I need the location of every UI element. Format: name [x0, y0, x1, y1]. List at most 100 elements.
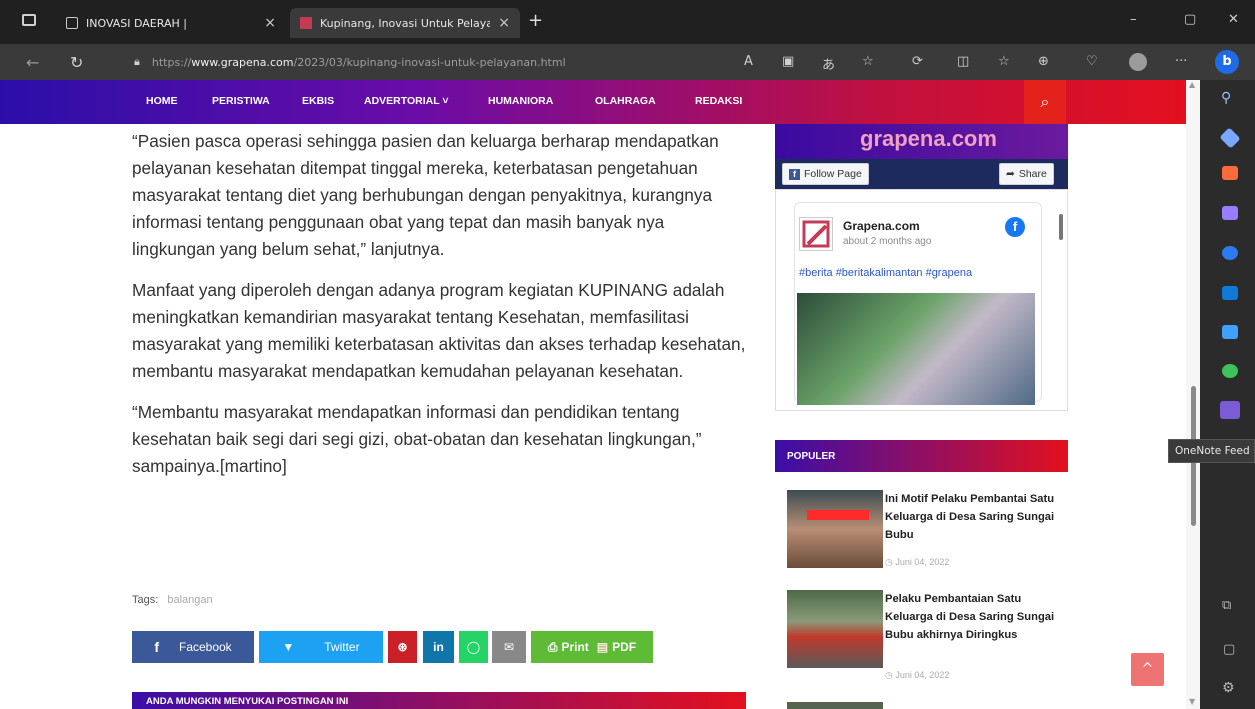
- facebook-widget-bar: f Follow Page ➦ Share: [775, 159, 1068, 189]
- article-paragraph: “Pasien pasca operasi sehingga pasien da…: [132, 131, 719, 259]
- read-aloud-icon[interactable]: A: [744, 54, 753, 69]
- nav-humaniora[interactable]: HUMANIORA: [488, 95, 553, 107]
- nav-peristiwa[interactable]: PERISTIWA: [212, 95, 270, 107]
- share-whatsapp-button[interactable]: ◯: [459, 631, 488, 663]
- collections-icon[interactable]: ⊕: [1038, 54, 1049, 69]
- share-facebook-button[interactable]: f Facebook: [132, 631, 254, 663]
- tab-kupinang[interactable]: Kupinang, Inovasi Untuk Pelayan ×: [290, 8, 520, 38]
- split-screen-icon[interactable]: ◫: [957, 54, 969, 69]
- email-icon: ✉: [503, 640, 515, 654]
- share-twitter-label: Twitter: [324, 640, 360, 654]
- url-scheme: https://: [151, 55, 192, 69]
- post-hashtags[interactable]: #berita #beritakalimantan #grapena: [799, 267, 972, 279]
- facebook-post[interactable]: Grapena.com about 2 months ago f #berita…: [794, 202, 1042, 405]
- grapena-logo: grapena.com: [860, 126, 997, 151]
- share-page-button[interactable]: ➦ Share: [999, 163, 1054, 185]
- feed-scrollbar[interactable]: [1059, 214, 1063, 240]
- maximize-button[interactable]: ▢: [1184, 12, 1196, 27]
- profile-icon[interactable]: [1129, 53, 1147, 71]
- back-to-top-button[interactable]: ^: [1131, 653, 1164, 686]
- nav-olahraga[interactable]: OLAHRAGA: [595, 95, 656, 107]
- nav-home[interactable]: HOME: [146, 95, 178, 107]
- microsoft-365-icon[interactable]: [1222, 246, 1238, 260]
- games-icon[interactable]: [1222, 206, 1238, 220]
- url-host: www.grapena.com: [191, 55, 294, 69]
- popular-post-title[interactable]: Pelaku Pembantaian Satu Keluarga di Desa…: [885, 590, 1065, 644]
- facebook-icon: f: [1005, 217, 1025, 237]
- share-twitter-button[interactable]: ▼ Twitter: [259, 631, 383, 663]
- onenote-tooltip: OneNote Feed: [1168, 439, 1255, 463]
- facebook-icon: f: [154, 639, 159, 655]
- settings-gear-icon[interactable]: ⚙: [1222, 680, 1235, 696]
- scroll-up-icon[interactable]: ▲: [1189, 80, 1195, 89]
- toolbox-icon[interactable]: [1222, 166, 1238, 180]
- address-bar: ← ↻ 🔒︎ https:// www.grapena.com /2023/03…: [0, 44, 1255, 80]
- share-linkedin-button[interactable]: in: [423, 631, 454, 663]
- site-navigation: HOME PERISTIWA EKBIS ADVERTORIAL ˅ HUMAN…: [0, 80, 1186, 124]
- tab-inovasi-daerah[interactable]: INOVASI DAERAH | ×: [56, 8, 286, 38]
- article-paragraph: “Membantu masyarakat mendapatkan informa…: [132, 402, 702, 476]
- popular-post-date: ◷ Juni 04, 2022: [885, 557, 950, 567]
- popular-post[interactable]: Ini Motif Pelaku Pembantai Satu Keluarga…: [775, 490, 1068, 570]
- popular-post[interactable]: [775, 702, 1068, 709]
- page-scrollbar[interactable]: ▲ ▼: [1186, 80, 1200, 709]
- post-thumbnail: [787, 490, 883, 568]
- post-image: [797, 293, 1035, 405]
- search-button[interactable]: ⌕: [1024, 80, 1066, 124]
- pinterest-icon: ⊛: [397, 640, 408, 654]
- follow-page-label: Follow Page: [804, 168, 862, 180]
- tab-actions-icon[interactable]: [22, 14, 36, 26]
- drop-icon[interactable]: [1222, 325, 1238, 339]
- performance-icon[interactable]: ♡: [1086, 54, 1098, 69]
- outlook-icon[interactable]: [1222, 286, 1238, 300]
- extensions-icon[interactable]: ⟳: [912, 54, 923, 69]
- print-label: Print: [561, 640, 589, 654]
- page-name[interactable]: Grapena.com: [843, 219, 920, 233]
- onenote-icon[interactable]: [1220, 401, 1240, 419]
- tab-bar: INOVASI DAERAH | × Kupinang, Inovasi Unt…: [0, 0, 1255, 44]
- share-pinterest-button[interactable]: ⊛: [388, 631, 417, 663]
- close-tab-icon[interactable]: ×: [498, 15, 510, 31]
- whatsapp-icon: ◯: [466, 640, 481, 654]
- nav-ekbis[interactable]: EKBIS: [302, 95, 334, 107]
- popular-post-date: ◷ Juni 04, 2022: [885, 670, 950, 680]
- facebook-feed: Grapena.com about 2 months ago f #berita…: [775, 189, 1068, 411]
- share-email-button[interactable]: ✉: [492, 631, 526, 663]
- new-tab-button[interactable]: +: [528, 10, 543, 31]
- popular-heading: POPULER: [775, 440, 1068, 472]
- linkedin-icon: in: [433, 640, 444, 654]
- tags-label: Tags:: [132, 594, 159, 606]
- more-icon[interactable]: ···: [1175, 54, 1187, 69]
- tag-link[interactable]: balangan: [167, 594, 212, 606]
- bing-icon[interactable]: b: [1215, 50, 1239, 74]
- twitter-icon: ▼: [282, 640, 295, 654]
- facebook-cover: grapena.com: [775, 124, 1068, 164]
- article-body: “Pasien pasca operasi sehingga pasien da…: [132, 128, 752, 494]
- scroll-down-icon[interactable]: ▼: [1189, 697, 1195, 706]
- tree-icon[interactable]: [1222, 364, 1238, 378]
- sidebar-toggle-icon[interactable]: ▢: [1223, 642, 1235, 657]
- tags-row: Tags: balangan: [132, 594, 213, 606]
- favorites-icon[interactable]: ☆: [998, 54, 1010, 69]
- popular-post-title[interactable]: Ini Motif Pelaku Pembantai Satu Keluarga…: [885, 490, 1065, 544]
- translate-icon[interactable]: あ: [822, 54, 835, 73]
- post-time: about 2 months ago: [843, 236, 932, 247]
- follow-page-button[interactable]: f Follow Page: [782, 163, 869, 185]
- printer-icon: ⎙: [547, 639, 558, 654]
- back-icon[interactable]: ←: [26, 53, 39, 72]
- minimize-button[interactable]: –: [1130, 12, 1137, 27]
- nav-redaksi[interactable]: REDAKSI: [695, 95, 742, 107]
- favorite-star-icon[interactable]: ☆: [862, 54, 874, 69]
- post-thumbnail: [787, 590, 883, 668]
- close-window-button[interactable]: ✕: [1228, 12, 1239, 27]
- popular-post[interactable]: Pelaku Pembantaian Satu Keluarga di Desa…: [775, 590, 1068, 680]
- print-pdf-button[interactable]: ⎙ Print ▤ PDF: [531, 631, 653, 663]
- pdf-label: PDF: [612, 640, 637, 654]
- search-icon[interactable]: ⚲: [1221, 90, 1231, 106]
- nav-advertorial[interactable]: ADVERTORIAL ˅: [364, 95, 449, 107]
- close-tab-icon[interactable]: ×: [264, 15, 276, 31]
- screenshot-icon[interactable]: ⧉: [1222, 598, 1231, 613]
- share-label: Share: [1018, 168, 1047, 180]
- immersive-reader-icon[interactable]: ▣: [782, 54, 794, 69]
- refresh-icon[interactable]: ↻: [70, 53, 83, 72]
